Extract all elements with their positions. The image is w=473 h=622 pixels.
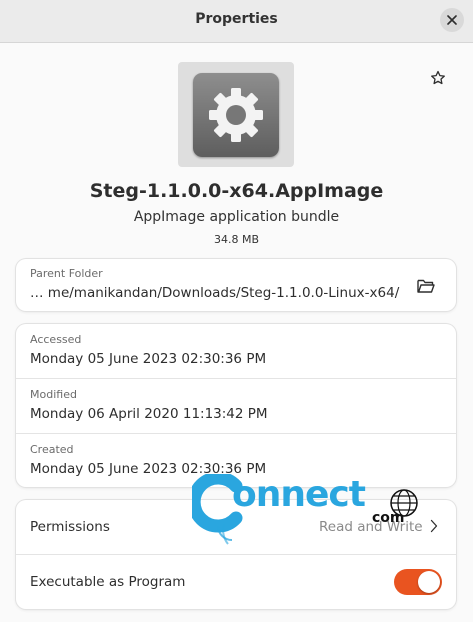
star-icon[interactable]: [430, 70, 446, 86]
created-caption: Created: [30, 443, 74, 456]
times-card: Accessed Monday 05 June 2023 02:30:36 PM…: [16, 324, 456, 487]
modified-caption: Modified: [30, 388, 77, 401]
parent-folder-path: … me/manikandan/Downloads/Steg-1.1.0.0-L…: [30, 285, 400, 301]
close-icon: [447, 15, 457, 25]
divider: [16, 433, 456, 434]
parent-folder-caption: Parent Folder: [30, 267, 103, 280]
divider: [16, 378, 456, 379]
accessed-caption: Accessed: [30, 333, 82, 346]
chevron-right-icon: [430, 519, 438, 533]
permissions-label: Permissions: [30, 519, 110, 535]
executable-toggle[interactable]: [394, 569, 442, 595]
watermark-suffix: com: [372, 510, 405, 526]
file-type: AppImage application bundle: [133, 209, 340, 225]
close-button[interactable]: [440, 8, 464, 32]
folder-open-icon[interactable]: [416, 277, 436, 295]
executable-label: Executable as Program: [30, 574, 186, 590]
modified-value: Monday 06 April 2020 11:13:42 PM: [30, 406, 268, 422]
parent-folder-card: Parent Folder … me/manikandan/Downloads/…: [16, 259, 456, 311]
window-title: Properties: [195, 11, 278, 27]
file-name: Steg-1.1.0.0-x64.AppImage: [89, 180, 384, 202]
watermark-brand: onnect: [232, 474, 366, 515]
file-size: 34.8 MB: [213, 233, 260, 246]
toggle-knob: [418, 571, 440, 593]
accessed-value: Monday 05 June 2023 02:30:36 PM: [30, 351, 267, 367]
title-bar: Properties: [0, 0, 473, 43]
gear-icon: [209, 88, 263, 142]
executable-row: Executable as Program: [16, 555, 456, 609]
watermark-logo: onnect com: [192, 474, 422, 546]
file-icon-preview: [178, 62, 294, 167]
